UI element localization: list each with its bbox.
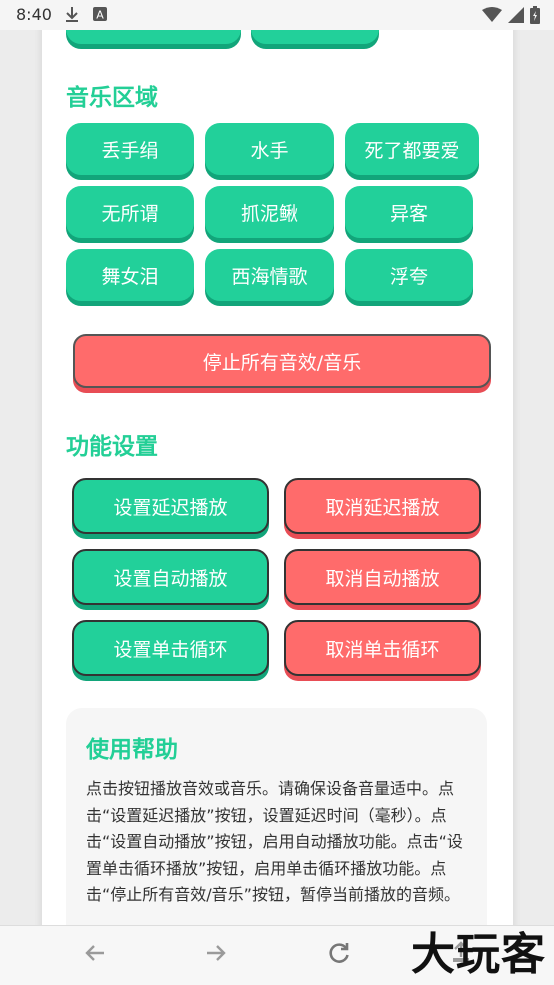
music-button-yike[interactable]: 异客 bbox=[345, 186, 473, 238]
music-button-fukua[interactable]: 浮夸 bbox=[345, 249, 473, 301]
music-button-diushoujuan[interactable]: 丢手绢 bbox=[66, 123, 194, 175]
set-delay-play-button[interactable]: 设置延迟播放 bbox=[72, 478, 269, 534]
wifi-icon bbox=[482, 7, 502, 27]
stop-all-button[interactable]: 停止所有音效/音乐 bbox=[73, 334, 491, 388]
cancel-delay-play-button[interactable]: 取消延迟播放 bbox=[284, 478, 481, 534]
battery-icon bbox=[530, 6, 540, 28]
download-icon bbox=[64, 6, 80, 28]
music-button-wunvlei[interactable]: 舞女泪 bbox=[66, 249, 194, 301]
cancel-auto-play-button[interactable]: 取消自动播放 bbox=[284, 549, 481, 605]
back-arrow-icon[interactable] bbox=[82, 940, 108, 973]
status-time: 8:40 bbox=[16, 5, 52, 24]
forward-arrow-icon[interactable] bbox=[203, 940, 229, 973]
cancel-click-loop-button[interactable]: 取消单击循环 bbox=[284, 620, 481, 676]
settings-section-title: 功能设置 bbox=[66, 434, 158, 460]
a-badge-icon: A bbox=[92, 6, 108, 26]
signal-icon bbox=[508, 7, 524, 27]
music-button-silexdouyaoai[interactable]: 死了都要爱 bbox=[345, 123, 479, 175]
music-button-shuishou[interactable]: 水手 bbox=[205, 123, 334, 175]
music-button-zhuaniqiu[interactable]: 抓泥鳅 bbox=[205, 186, 334, 238]
music-button-wusuowei[interactable]: 无所谓 bbox=[66, 186, 194, 238]
svg-text:A: A bbox=[96, 9, 104, 22]
music-section-title: 音乐区域 bbox=[66, 85, 158, 111]
help-text: 点击按钮播放音效或音乐。请确保设备音量适中。点击“设置延迟播放”按钮，设置延迟时… bbox=[86, 779, 463, 904]
music-button-xihaiqingge[interactable]: 西海情歌 bbox=[205, 249, 334, 301]
set-auto-play-button[interactable]: 设置自动播放 bbox=[72, 549, 269, 605]
set-click-loop-button[interactable]: 设置单击循环 bbox=[72, 620, 269, 676]
reload-icon[interactable] bbox=[326, 940, 352, 973]
help-title: 使用帮助 bbox=[86, 737, 178, 763]
status-bar: 8:40 A bbox=[0, 0, 554, 30]
watermark-logo: 大玩客 bbox=[411, 929, 546, 980]
help-panel: 使用帮助 点击按钮播放音效或音乐。请确保设备音量适中。点击“设置延迟播放”按钮，… bbox=[66, 708, 487, 948]
